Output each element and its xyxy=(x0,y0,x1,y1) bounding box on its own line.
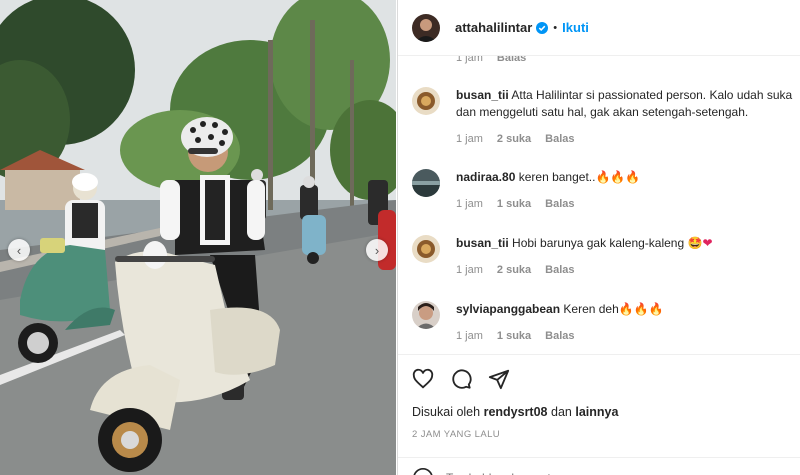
comment-item: busan_tii Atta Halilintar si passionated… xyxy=(412,87,800,145)
comment-text: Keren deh xyxy=(563,302,619,316)
post-sidebar: attahalilintar • Ikuti 1 jam Balas busan… xyxy=(397,0,800,475)
comment-likes[interactable]: 2 suka xyxy=(497,133,531,145)
avatar[interactable] xyxy=(412,13,440,42)
comment-time: 1 jam xyxy=(456,56,483,64)
liked-by-others[interactable]: lainnya xyxy=(575,405,618,419)
comment-input[interactable] xyxy=(446,470,746,475)
reply-button[interactable]: Balas xyxy=(497,56,526,64)
comment-username[interactable]: busan_tii xyxy=(456,88,509,102)
add-comment-bar xyxy=(398,457,800,475)
separator-dot: • xyxy=(553,21,558,34)
comment-time: 1 jam xyxy=(456,264,483,276)
avatar[interactable] xyxy=(412,87,440,115)
comment-time: 1 jam xyxy=(456,330,483,342)
comment-likes[interactable]: 1 suka xyxy=(497,330,531,342)
comment-text: keren banget.. xyxy=(518,170,596,184)
author-username[interactable]: attahalilintar xyxy=(455,20,532,35)
comment-item: 1 jam Balas xyxy=(412,56,800,64)
emoji-reaction: 🤩❤ xyxy=(687,236,713,250)
post-header: attahalilintar • Ikuti xyxy=(398,0,800,56)
liked-by: Disukai oleh rendysrt08 dan lainnya xyxy=(412,405,618,419)
reply-button[interactable]: Balas xyxy=(545,198,574,210)
comment-meta: 1 jam 1 suka Balas xyxy=(456,198,800,210)
comment-meta: 1 jam Balas xyxy=(456,56,800,64)
post-photo[interactable]: ‹ › xyxy=(0,0,396,475)
avatar[interactable] xyxy=(412,169,440,197)
comment-item: nadiraa.80 keren banget..🔥🔥🔥 1 jam 1 suk… xyxy=(412,169,800,210)
chevron-left-icon[interactable]: ‹ xyxy=(8,239,30,261)
liked-by-user[interactable]: rendysrt08 xyxy=(484,405,548,419)
comment-time: 1 jam xyxy=(456,133,483,145)
liked-by-connector: dan xyxy=(551,405,572,419)
post-timestamp: 2 JAM YANG LALU xyxy=(412,429,501,440)
comment-meta: 1 jam 2 suka Balas xyxy=(456,264,800,276)
comment-time: 1 jam xyxy=(456,198,483,210)
comment-likes[interactable]: 1 suka xyxy=(497,198,531,210)
emoji-icon[interactable] xyxy=(412,467,434,475)
reply-button[interactable]: Balas xyxy=(545,133,574,145)
share-icon[interactable] xyxy=(488,368,510,390)
comment-icon[interactable] xyxy=(450,368,472,390)
comment-item: busan_tii Hobi barunya gak kaleng-kaleng… xyxy=(412,235,800,276)
comment-text: Hobi barunya gak kaleng-kaleng xyxy=(512,236,685,250)
follow-button[interactable]: Ikuti xyxy=(562,20,589,35)
comment-username[interactable]: busan_tii xyxy=(456,236,509,250)
reply-button[interactable]: Balas xyxy=(545,330,574,342)
liked-by-prefix: Disukai oleh xyxy=(412,405,481,419)
verified-badge-icon xyxy=(536,21,549,34)
comment-username[interactable]: nadiraa.80 xyxy=(456,170,515,184)
comment-meta: 1 jam 2 suka Balas xyxy=(456,133,800,145)
fire-emoji: 🔥🔥🔥 xyxy=(618,302,664,316)
reply-button[interactable]: Balas xyxy=(545,264,574,276)
fire-emoji: 🔥🔥🔥 xyxy=(595,170,641,184)
comment-meta: 1 jam 1 suka Balas xyxy=(456,330,800,342)
comment-username[interactable]: sylviapanggabean xyxy=(456,302,560,316)
action-icons xyxy=(412,368,510,390)
comment-list[interactable]: 1 jam Balas busan_tii Atta Halilintar si… xyxy=(398,56,800,354)
post-actions: Disukai oleh rendysrt08 dan lainnya 2 JA… xyxy=(398,354,800,475)
avatar[interactable] xyxy=(412,235,440,263)
chevron-right-icon[interactable]: › xyxy=(366,239,388,261)
post-image xyxy=(0,0,396,475)
comment-likes[interactable]: 2 suka xyxy=(497,264,531,276)
comment-item: sylviapanggabean Keren deh🔥🔥🔥 1 jam 1 su… xyxy=(412,301,800,342)
avatar[interactable] xyxy=(412,301,440,329)
heart-icon[interactable] xyxy=(412,368,434,390)
